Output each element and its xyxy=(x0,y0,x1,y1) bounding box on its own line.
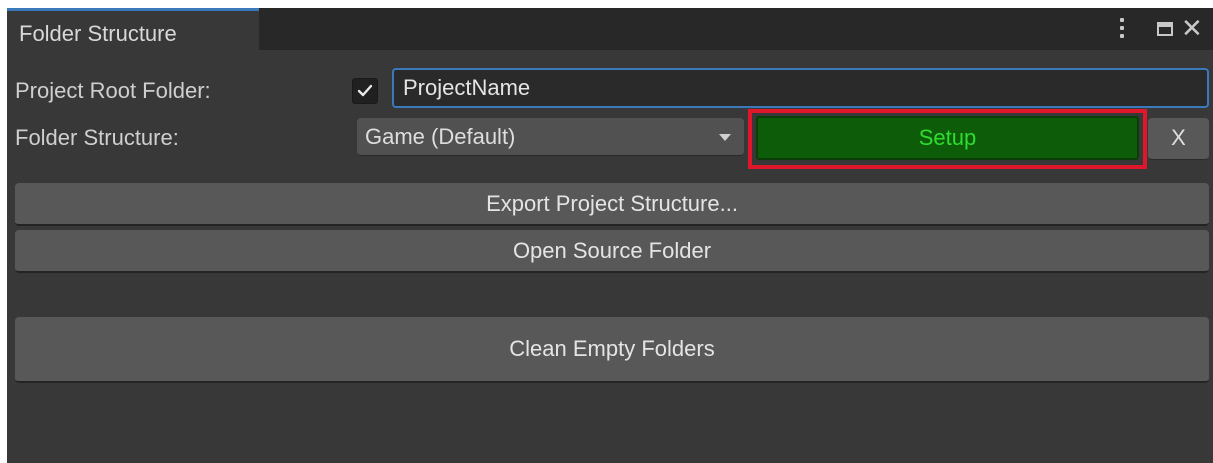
maximize-icon[interactable] xyxy=(1157,22,1173,36)
open-source-folder-button[interactable]: Open Source Folder xyxy=(15,230,1209,273)
project-root-input[interactable] xyxy=(392,68,1209,108)
checkmark-icon xyxy=(357,84,373,97)
chevron-down-icon xyxy=(719,134,731,141)
folder-structure-window: Folder Structure ✕ Project Root Folder: … xyxy=(7,8,1213,463)
clean-empty-folders-button[interactable]: Clean Empty Folders xyxy=(15,317,1209,383)
project-root-label: Project Root Folder: xyxy=(15,78,211,103)
tab-folder-structure[interactable]: Folder Structure xyxy=(7,8,259,50)
title-bar: Folder Structure ✕ xyxy=(7,8,1213,50)
close-icon[interactable]: ✕ xyxy=(1181,15,1203,41)
setup-button[interactable]: Setup xyxy=(756,116,1139,160)
kebab-menu-icon[interactable] xyxy=(1115,14,1129,42)
export-project-structure-button[interactable]: Export Project Structure... xyxy=(15,183,1209,226)
project-root-checkbox[interactable] xyxy=(352,78,378,104)
tab-label: Folder Structure xyxy=(19,21,177,46)
folder-structure-label: Folder Structure: xyxy=(15,125,179,150)
dropdown-selected-value: Game (Default) xyxy=(365,124,516,149)
clear-button[interactable]: X xyxy=(1148,118,1209,160)
folder-structure-dropdown[interactable]: Game (Default) xyxy=(357,118,744,156)
